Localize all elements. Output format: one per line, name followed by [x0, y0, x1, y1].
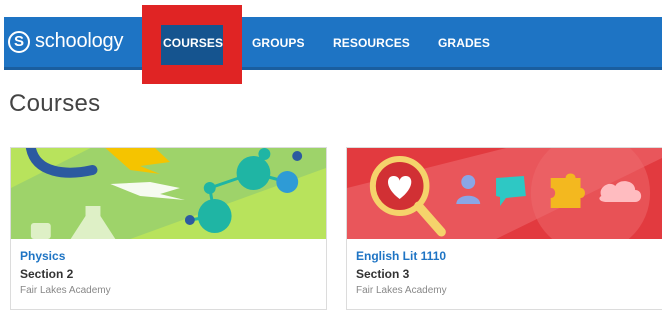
physics-course-image[interactable] [11, 148, 326, 239]
course-section: Section 2 [20, 267, 74, 281]
nav-courses[interactable]: COURSES [163, 36, 223, 50]
course-title[interactable]: Physics [20, 249, 65, 263]
schoology-s-icon: S [8, 30, 30, 53]
nav-grades[interactable]: GRADES [438, 36, 490, 50]
course-card-english-lit[interactable]: English Lit 1110 Section 3 Fair Lakes Ac… [346, 147, 662, 310]
nav-resources[interactable]: RESOURCES [333, 36, 410, 50]
nav-groups[interactable]: GROUPS [252, 36, 305, 50]
navbar-shadow [4, 67, 662, 70]
logo-text: schoology [35, 30, 124, 52]
course-school: Fair Lakes Academy [356, 285, 447, 296]
page-title: Courses [9, 90, 101, 117]
english-lit-course-image[interactable] [347, 148, 662, 239]
course-card-physics[interactable]: Physics Section 2 Fair Lakes Academy [10, 147, 327, 310]
course-title[interactable]: English Lit 1110 [356, 249, 446, 263]
schoology-logo[interactable]: S schoology [8, 30, 123, 53]
course-section: Section 3 [356, 267, 410, 281]
course-school: Fair Lakes Academy [20, 285, 111, 296]
